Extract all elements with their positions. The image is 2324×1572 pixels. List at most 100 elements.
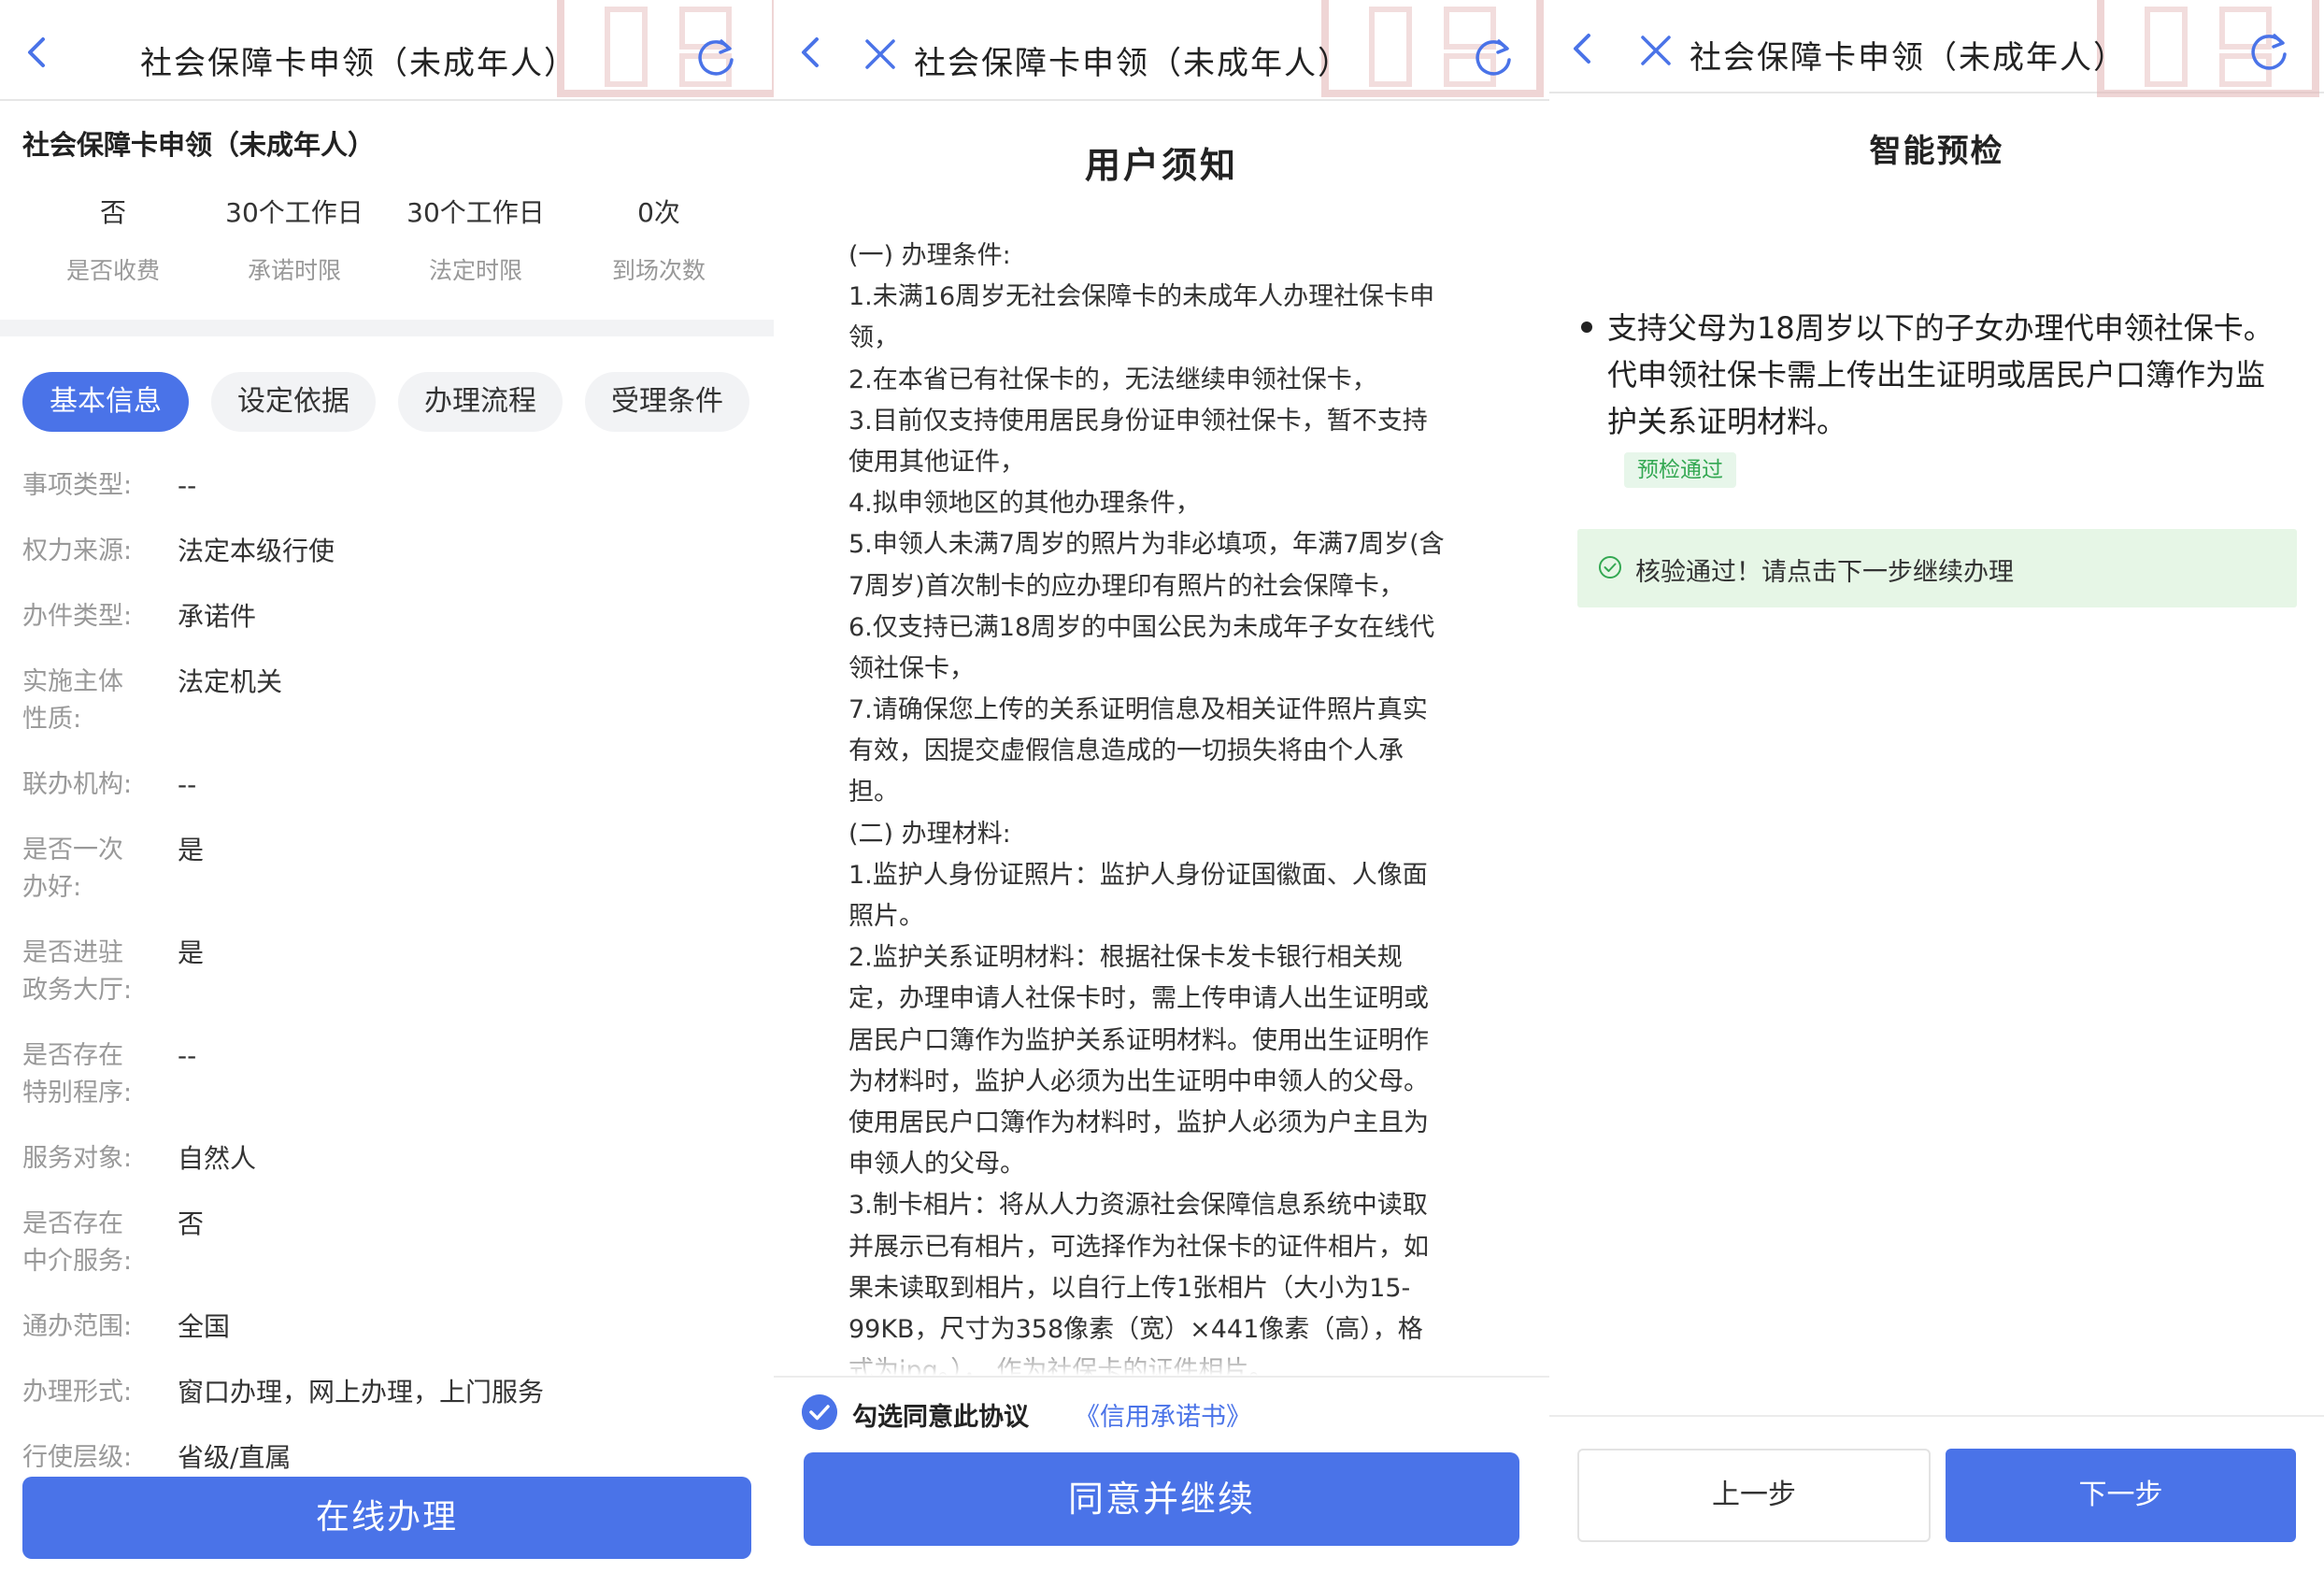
nav-header: 社会保障卡申领（未成年人） (1549, 0, 2324, 97)
scroll-fade (774, 1336, 1549, 1376)
close-icon[interactable] (1639, 34, 1673, 67)
notice-line: 1.未满16周岁无社会保障卡的未成年人办理社保卡申 (848, 282, 1435, 312)
rule-line: 护关系证明材料。 (1607, 404, 1847, 439)
info-row-label: 是否一次 (22, 836, 123, 865)
notice-line: 使用居民户口簿作为材料时，监护人必须为户主且为 (848, 1108, 1429, 1137)
stat-value: 0次 (637, 197, 680, 228)
close-icon[interactable] (863, 37, 897, 71)
nav-header: 社会保障卡申领（未成年人） (0, 0, 774, 101)
footer-divider (1549, 1415, 2324, 1417)
notice-line: 并展示已有相片，可选择作为社保卡的证件相片，如 (848, 1232, 1429, 1262)
info-row-value: 承诺件 (178, 601, 257, 632)
precheck-title: 智能预检 (1869, 133, 2004, 170)
info-row-label: 行使层级: (22, 1443, 133, 1472)
stat-value: 30个工作日 (406, 197, 545, 228)
back-arrow-icon[interactable] (1568, 30, 1596, 67)
info-row-value: -- (178, 1040, 197, 1071)
notice-line: (二) 办理材料: (848, 819, 1011, 849)
tab-legal-basis[interactable]: 设定依据 (211, 372, 376, 432)
verification-success-banner: 核验通过！请点击下一步继续办理 (1577, 529, 2297, 607)
info-row-label: 是否进驻 (22, 938, 123, 967)
footer-divider (774, 1376, 1549, 1378)
info-row-label: 服务对象: (22, 1144, 133, 1173)
notice-line: 6.仅支持已满18周岁的中国公民为未成年子女在线代 (848, 612, 1435, 642)
info-row-label: 实施主体 (22, 667, 123, 696)
online-apply-button[interactable]: 在线办理 (22, 1477, 751, 1559)
info-row-value: 是 (178, 835, 205, 865)
info-row-label: 是否存在 (22, 1209, 123, 1238)
info-row-value: 法定本级行使 (178, 536, 335, 566)
panel-item-detail: 社会保障卡申领（未成年人） 社会保障卡申领（未成年人） 否 是否收费 30个工作… (0, 0, 774, 1572)
verification-message: 核验通过！请点击下一步继续办理 (1635, 558, 2014, 587)
notice-line: 2.监护关系证明材料：根据社保卡发卡银行相关规 (848, 943, 1403, 973)
precheck-pass-badge: 预检通过 (1624, 452, 1736, 488)
back-arrow-icon[interactable] (22, 34, 50, 71)
info-row-value: 省级/直属 (178, 1442, 292, 1473)
header-title: 社会保障卡申领（未成年人） (140, 45, 577, 82)
info-row-label: 特别程序: (22, 1079, 133, 1108)
stat-label: 到场次数 (611, 257, 706, 284)
stat-value: 否 (99, 197, 126, 228)
notice-line: 照片。 (848, 902, 924, 931)
refresh-icon[interactable] (695, 36, 736, 77)
info-row-label: 联办机构: (22, 770, 133, 799)
stat-label: 是否收费 (65, 257, 160, 284)
seal-watermark-icon (557, 0, 774, 97)
panel-user-notice: 社会保障卡申领（未成年人） 用户须知 (一) 办理条件: 1.未满16周岁无社会保… (774, 0, 1549, 1572)
notice-line: 领， (848, 323, 899, 353)
credit-promise-link[interactable]: 《信用承诺书》 (1075, 1396, 1251, 1433)
notice-line: 担。 (848, 778, 899, 807)
info-row-value: 法定机关 (178, 666, 283, 697)
item-title: 社会保障卡申领（未成年人） (22, 129, 376, 161)
info-row-value: -- (178, 769, 197, 800)
info-row-label: 办理形式: (22, 1378, 133, 1407)
tab-process[interactable]: 办理流程 (398, 372, 563, 432)
stat-value: 30个工作日 (225, 197, 364, 228)
agree-label: 勾选同意此协议 (852, 1403, 1029, 1432)
notice-line: 3.目前仅支持使用居民身份证申领社保卡，暂不支持 (848, 406, 1428, 436)
info-row-label: 政务大厅: (22, 976, 133, 1005)
tab-basic-info[interactable]: 基本信息 (22, 372, 189, 432)
info-row-value: -- (178, 470, 197, 501)
notice-line: 1.监护人身份证照片：监护人身份证国徽面、人像面 (848, 860, 1428, 890)
notice-line: 居民户口簿作为监护关系证明材料。使用出生证明作 (848, 1025, 1429, 1055)
nav-header: 社会保障卡申领（未成年人） (774, 0, 1549, 101)
header-title: 社会保障卡申领（未成年人） (914, 45, 1351, 82)
back-arrow-icon[interactable] (796, 34, 824, 71)
notice-line: (一) 办理条件: (848, 241, 1011, 270)
rule-line: 支持父母为18周岁以下的子女办理代申领社保卡。 (1607, 310, 2274, 346)
notice-line: 2.在本省已有社保卡的，无法继续申领社保卡， (848, 364, 1377, 394)
info-row-value: 窗口办理，网上办理，上门服务 (178, 1377, 545, 1408)
notice-line: 领社保卡， (848, 653, 975, 683)
notice-line: 定，办理申请人社保卡时，需上传申请人出生证明或 (848, 984, 1429, 1014)
panel-smart-precheck: 社会保障卡申领（未成年人） 智能预检 支持父母为18周岁以下的子女办理代申领社保… (1549, 0, 2324, 1572)
notice-title: 用户须知 (1084, 145, 1238, 186)
info-row-label: 是否存在 (22, 1041, 123, 1070)
notice-line: 5.申领人未满7周岁的照片为非必填项，年满7周岁(含 (848, 530, 1445, 560)
bullet-icon (1581, 322, 1592, 333)
stat-label: 法定时限 (428, 257, 522, 284)
header-title: 社会保障卡申领（未成年人） (1690, 39, 2127, 77)
info-row-label: 办好: (22, 873, 82, 902)
info-row-label: 权力来源: (22, 536, 133, 565)
precheck-rule-text: 支持父母为18周岁以下的子女办理代申领社保卡。 代申领社保卡需上传出生证明或居民… (1607, 305, 2299, 445)
info-row-label: 性质: (22, 705, 82, 734)
notice-line: 4.拟申领地区的其他办理条件， (848, 489, 1201, 519)
refresh-icon[interactable] (2248, 30, 2289, 71)
agree-continue-button[interactable]: 同意并继续 (804, 1452, 1519, 1546)
notice-line: 果未读取到相片，以自行上传1张相片（大小为15- (848, 1273, 1411, 1303)
check-circle-icon[interactable] (802, 1394, 837, 1430)
info-row-label: 通办范围: (22, 1312, 133, 1341)
info-row-label: 事项类型: (22, 471, 133, 500)
previous-step-button[interactable]: 上一步 (1577, 1449, 1931, 1542)
notice-line: 使用其他证件， (848, 447, 1025, 477)
next-step-button[interactable]: 下一步 (1946, 1449, 2296, 1542)
notice-line: 为材料时，监护人必须为出生证明中申领人的父母。 (848, 1066, 1429, 1096)
section-divider (0, 320, 774, 336)
notice-text-scroll[interactable]: (一) 办理条件: 1.未满16周岁无社会保障卡的未成年人办理社保卡申 领， 2.在本… (848, 236, 1484, 1376)
tab-conditions[interactable]: 受理条件 (585, 372, 749, 432)
notice-line: 申领人的父母。 (848, 1150, 1025, 1179)
info-row-value: 全国 (178, 1311, 231, 1342)
refresh-icon[interactable] (1473, 36, 1514, 77)
stat-label: 承诺时限 (247, 257, 341, 284)
